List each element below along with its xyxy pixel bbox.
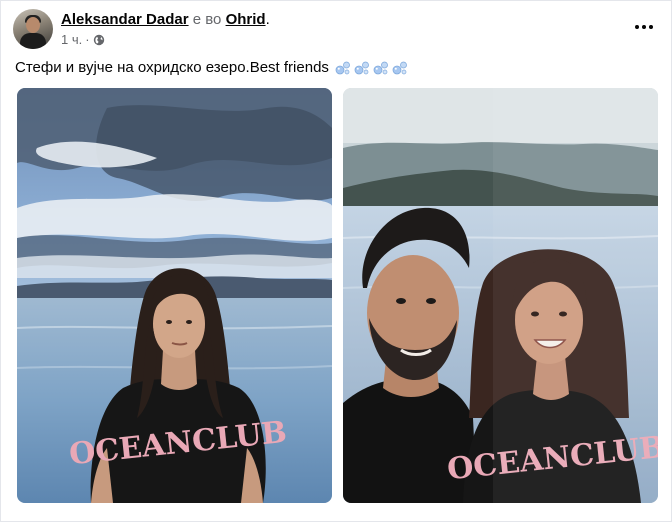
post-header: Aleksandar Dadar е во Ohrid. 1 ч. · <box>13 9 659 51</box>
location-link[interactable]: Ohrid <box>226 11 266 28</box>
post-caption: Стефи и вујче на охридско езеро.Best fri… <box>15 58 408 78</box>
photo-girl-by-lake[interactable]: OCEANCLUB <box>17 88 332 503</box>
location-suffix: . <box>265 11 270 28</box>
author-name-link[interactable]: Aleksandar Dadar <box>61 11 189 28</box>
location-connector: е во <box>192 11 222 28</box>
author-avatar[interactable] <box>13 9 53 49</box>
globe-icon[interactable] <box>93 34 105 46</box>
caption-emoji-group <box>335 60 408 76</box>
facebook-post: Aleksandar Dadar е во Ohrid. 1 ч. · Стеф… <box>0 0 672 522</box>
bubbles-emoji-icon <box>354 61 369 75</box>
more-horizontal-icon <box>635 25 639 29</box>
bubbles-emoji-icon <box>392 61 407 75</box>
more-dot <box>649 25 653 29</box>
post-title-line: Aleksandar Dadar е во Ohrid. <box>61 11 270 29</box>
bubbles-emoji-icon <box>373 61 388 75</box>
bubbles-emoji-icon <box>335 61 350 75</box>
more-dot <box>642 25 646 29</box>
caption-text: Стефи и вујче на охридско езеро.Best fri… <box>15 59 329 76</box>
photo-selfie-uncle-niece[interactable]: OCEANCLUB <box>343 88 658 503</box>
post-options-button[interactable] <box>629 15 659 39</box>
meta-separator: · <box>85 32 90 47</box>
post-timestamp[interactable]: 1 ч. <box>61 32 82 47</box>
post-meta: 1 ч. · <box>61 32 105 47</box>
